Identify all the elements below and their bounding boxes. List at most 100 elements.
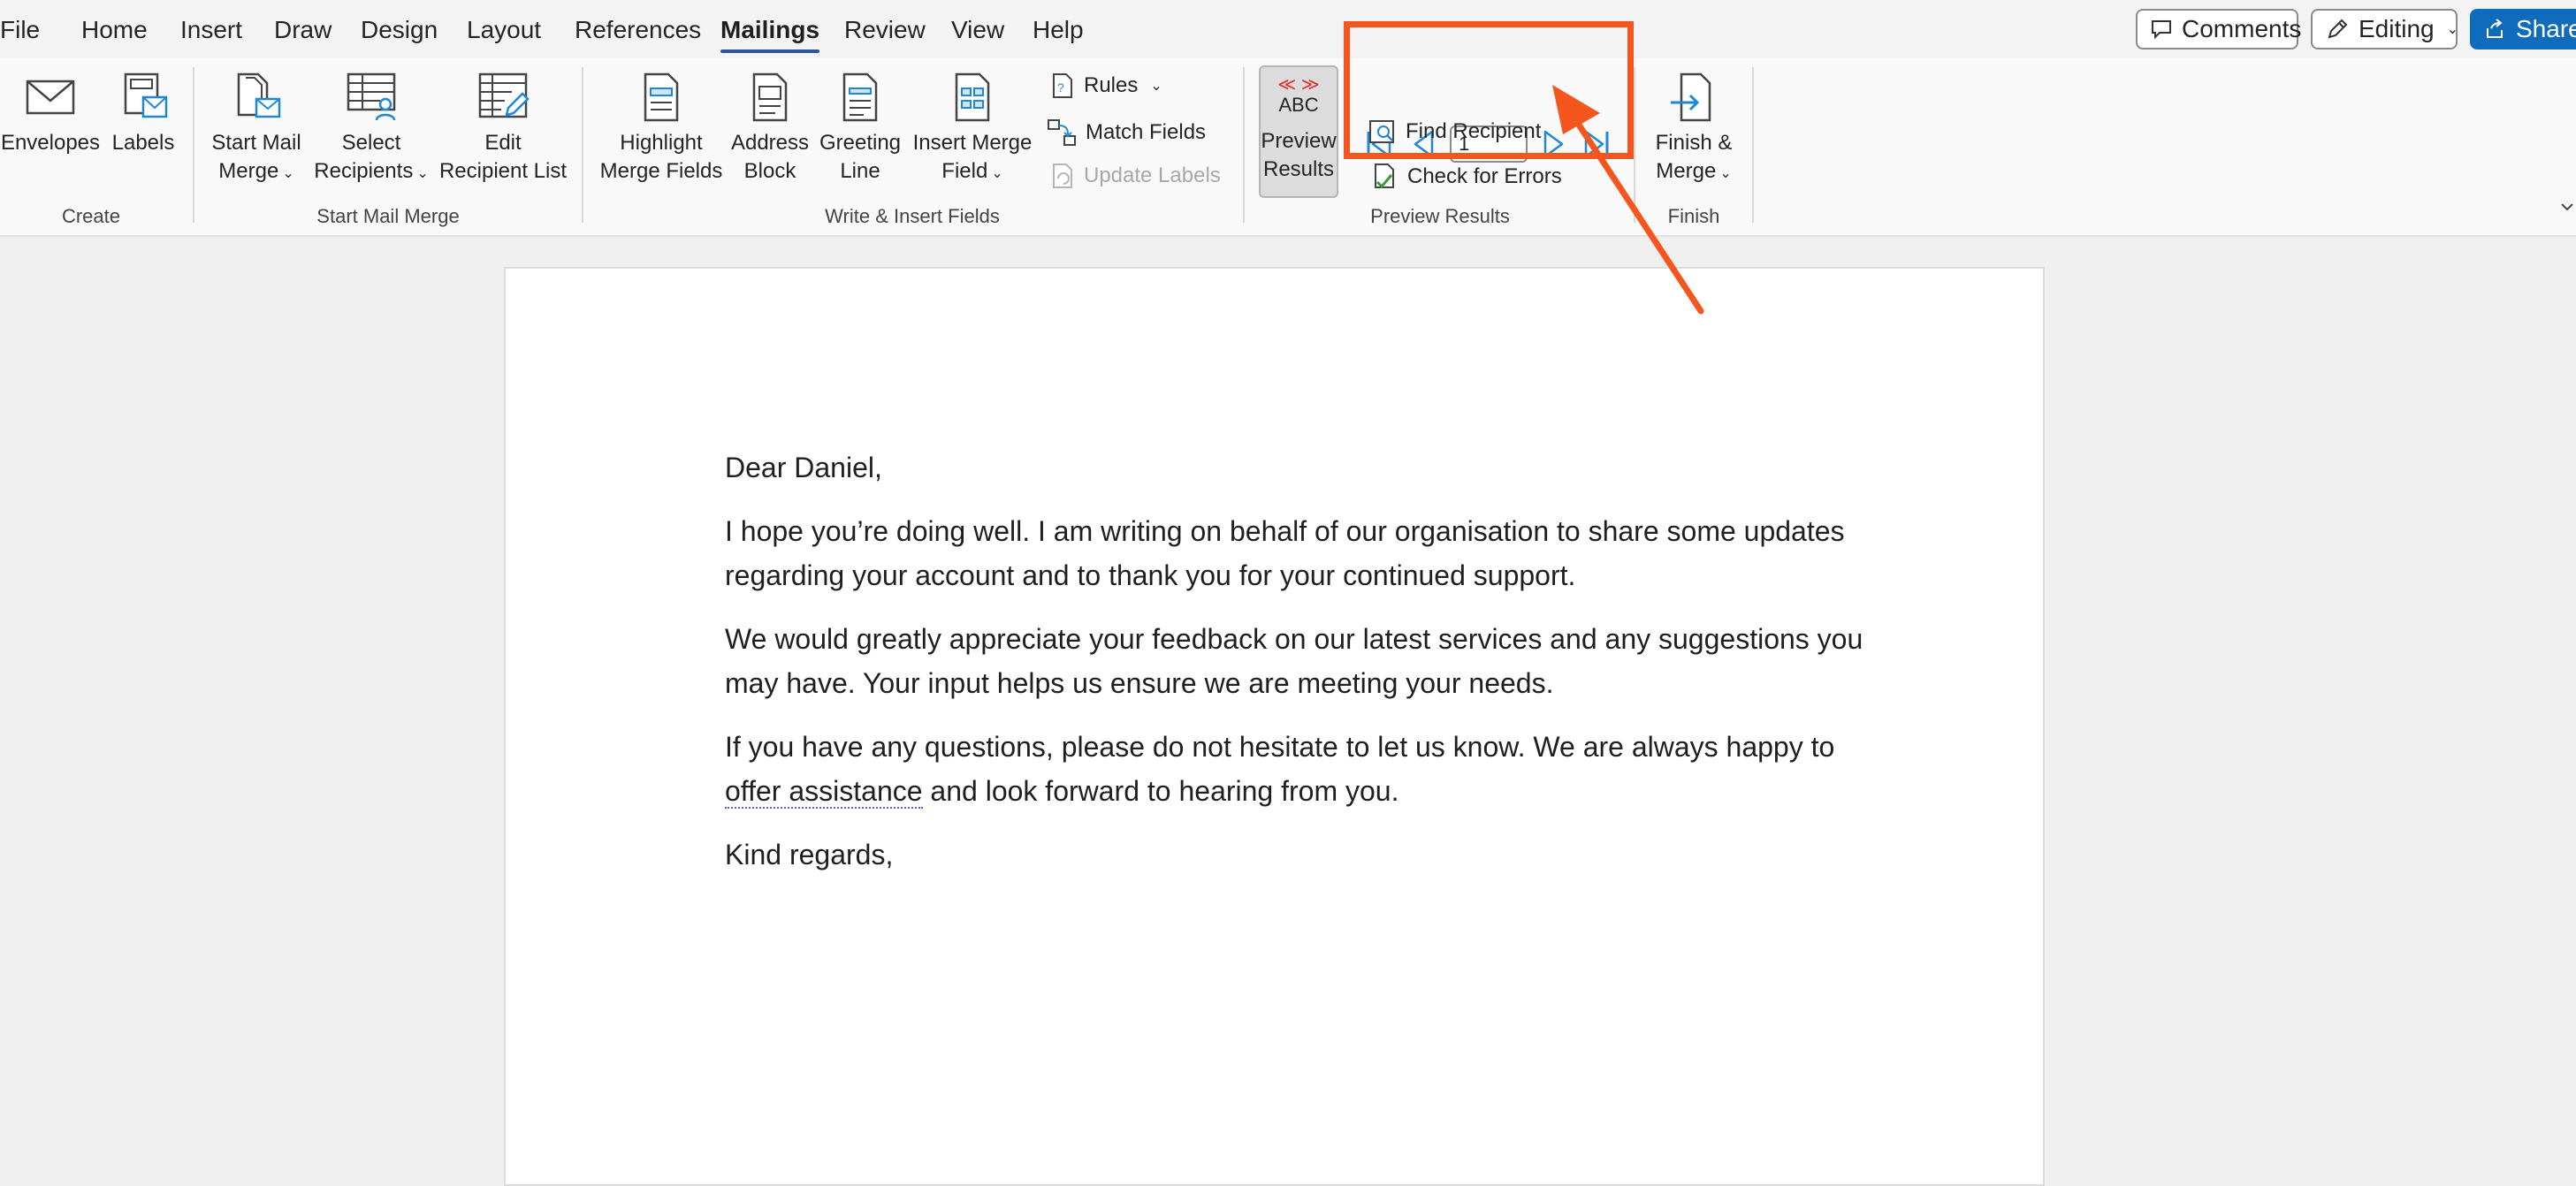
- greeting-line-icon: [842, 72, 878, 122]
- match-fields-label: Match Fields: [1086, 120, 1207, 144]
- group-separator: [1752, 67, 1754, 223]
- check-errors-icon: [1375, 163, 1394, 189]
- letter-closing: Kind regards,: [725, 839, 894, 870]
- update-labels-icon: [1053, 163, 1072, 188]
- select-recipients-button[interactable]: Select Recipients ⌄: [311, 71, 431, 188]
- find-recipient-button[interactable]: Find Recipient: [1368, 118, 1541, 145]
- chevron-down-icon: ⌄: [1150, 79, 1162, 94]
- comments-label: Comments: [2182, 15, 2302, 42]
- select-recipients-label-2: Recipients: [314, 159, 414, 183]
- letter-paragraph-3: If you have any questions, please do not…: [725, 725, 1874, 813]
- rules-icon: ?: [1053, 73, 1072, 98]
- share-button[interactable]: Share: [2470, 9, 2576, 49]
- start-mail-merge-icon: [237, 72, 281, 118]
- letter-paragraph-2: We would greatly appreciate your feedbac…: [725, 623, 1863, 699]
- edit-recipient-list-label-1: Edit: [484, 131, 522, 155]
- chevron-down-icon: ⌄: [1719, 166, 1732, 181]
- tab-view[interactable]: View: [951, 16, 1004, 44]
- start-mail-merge-label-2: Merge: [218, 159, 279, 183]
- tab-insert[interactable]: Insert: [180, 16, 242, 44]
- update-labels-label: Update Labels: [1084, 163, 1221, 187]
- labels-button[interactable]: Labels: [110, 71, 177, 157]
- start-mail-merge-button[interactable]: Start Mail Merge ⌄: [207, 71, 306, 188]
- check-errors-label: Check for Errors: [1407, 164, 1562, 188]
- highlight-fields-icon: [644, 72, 679, 122]
- chevron-down-icon: ⌄: [416, 166, 429, 181]
- address-block-icon: [752, 72, 788, 122]
- highlight-merge-fields-button[interactable]: Highlight Merge Fields: [598, 71, 725, 186]
- insert-merge-field-label-1: Insert Merge: [912, 131, 1033, 155]
- letter-greeting: Dear Daniel,: [725, 452, 882, 483]
- envelope-icon: [26, 80, 75, 115]
- comments-button[interactable]: Comments: [2136, 9, 2302, 49]
- tab-draw[interactable]: Draw: [274, 16, 332, 44]
- pencil-icon: [2328, 19, 2348, 39]
- insert-merge-field-button[interactable]: Insert Merge Field ⌄: [911, 71, 1034, 188]
- last-record-icon[interactable]: [1582, 129, 1611, 159]
- edit-list-icon: [478, 72, 530, 118]
- write-insert-group-label: Write & Insert Fields: [825, 205, 1000, 227]
- letter-paragraph-1: I hope you’re doing well. I am writing o…: [725, 515, 1845, 591]
- preview-arrows-icon: ≪ ≫: [1277, 75, 1320, 95]
- rules-button[interactable]: ? Rules ⌄: [1050, 72, 1162, 99]
- comment-icon: [2152, 20, 2171, 40]
- preview-results-button[interactable]: ≪ ≫ ABC Preview Results: [1259, 65, 1338, 198]
- svg-text:?: ?: [1057, 80, 1064, 95]
- letter-body: Dear Daniel, I hope you’re doing well. I…: [725, 445, 1874, 896]
- share-label: Share: [2516, 15, 2576, 42]
- tab-help[interactable]: Help: [1033, 16, 1084, 44]
- insert-merge-field-label-2: Field: [941, 159, 988, 183]
- preview-abc-icon: ABC: [1278, 94, 1319, 116]
- finish-merge-label-2: Merge: [1656, 159, 1717, 183]
- tab-mailings[interactable]: Mailings: [720, 16, 820, 53]
- grammar-suggestion-text[interactable]: offer assistance: [725, 775, 923, 809]
- start-mail-merge-group-label: Start Mail Merge: [316, 205, 460, 227]
- finish-group-label: Finish: [1667, 205, 1720, 227]
- mailings-ribbon: Envelopes Labels Create Start Mail Merge…: [0, 58, 2576, 237]
- tab-design[interactable]: Design: [361, 16, 438, 44]
- highlight-label-1: Highlight: [620, 131, 703, 155]
- chevron-down-icon: ⌄: [282, 166, 294, 181]
- editing-mode-button[interactable]: Editing ⌄: [2311, 9, 2458, 49]
- tab-layout[interactable]: Layout: [467, 16, 541, 44]
- select-recipients-icon: [347, 72, 396, 121]
- share-icon: [2487, 19, 2503, 38]
- find-recipient-icon: [1369, 120, 1394, 143]
- labels-icon: [124, 72, 168, 118]
- group-separator: [582, 67, 583, 223]
- group-separator: [193, 67, 194, 223]
- start-mail-merge-label-1: Start Mail: [211, 131, 301, 155]
- preview-results-label-1: Preview: [1261, 129, 1337, 153]
- greeting-line-label-2: Line: [840, 159, 880, 183]
- address-block-label-1: Address: [730, 131, 810, 155]
- next-record-icon[interactable]: [1542, 129, 1566, 159]
- edit-recipient-list-button[interactable]: Edit Recipient List: [437, 71, 569, 186]
- address-block-button[interactable]: Address Block: [728, 71, 812, 186]
- finish-merge-label-1: Finish &: [1655, 131, 1733, 155]
- highlight-label-2: Merge Fields: [599, 159, 723, 183]
- envelopes-label: Envelopes: [0, 131, 101, 155]
- tab-references[interactable]: References: [575, 16, 701, 44]
- group-separator: [1243, 67, 1245, 223]
- preview-results-group-label: Preview Results: [1370, 205, 1510, 227]
- create-group-label: Create: [61, 205, 121, 227]
- labels-label: Labels: [111, 131, 175, 155]
- envelopes-button[interactable]: Envelopes: [0, 71, 101, 157]
- document-page[interactable]: Dear Daniel, I hope you’re doing well. I…: [504, 267, 2045, 1186]
- collapse-ribbon-icon[interactable]: [2560, 201, 2574, 212]
- update-labels-button[interactable]: Update Labels: [1050, 163, 1221, 189]
- chevron-down-icon: ⌄: [991, 166, 1003, 181]
- address-block-label-2: Block: [743, 159, 796, 183]
- check-for-errors-button[interactable]: Check for Errors: [1372, 163, 1562, 191]
- match-fields-button[interactable]: Match Fields: [1047, 118, 1206, 147]
- tab-home[interactable]: Home: [81, 16, 148, 44]
- select-recipients-label-1: Select: [341, 131, 401, 155]
- tab-review[interactable]: Review: [844, 16, 926, 44]
- insert-merge-field-icon: [955, 72, 990, 122]
- tab-file[interactable]: File: [0, 16, 40, 44]
- finish-merge-icon: [1671, 72, 1711, 122]
- finish-merge-button[interactable]: Finish & Merge ⌄: [1648, 71, 1740, 188]
- find-recipient-label: Find Recipient: [1406, 119, 1542, 143]
- edit-recipient-list-label-2: Recipient List: [438, 159, 568, 183]
- greeting-line-button[interactable]: Greeting Line: [815, 71, 905, 186]
